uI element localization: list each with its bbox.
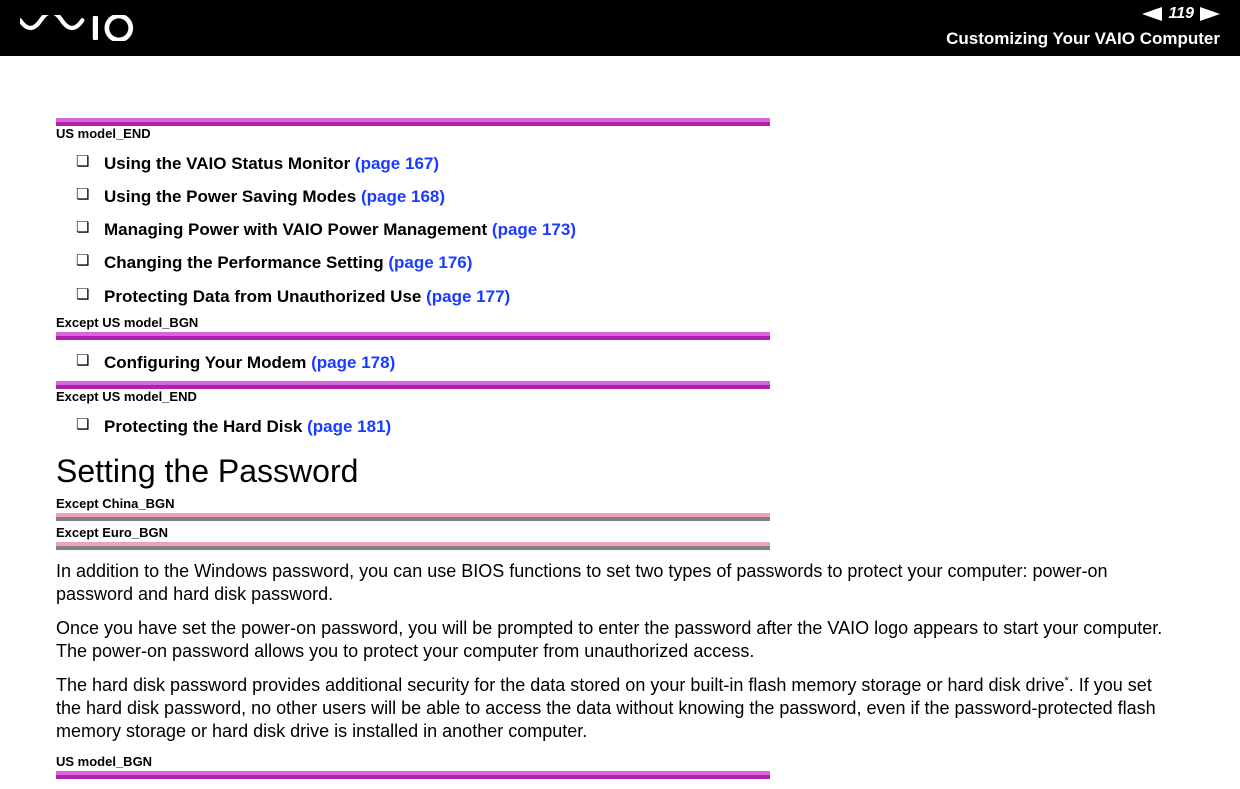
list-item: Using the Power Saving Modes (page 168) xyxy=(76,180,1184,213)
next-page-arrow-icon[interactable] xyxy=(1200,7,1220,21)
list-item: Using the VAIO Status Monitor (page 167) xyxy=(76,147,1184,180)
list-item: Configuring Your Modem (page 178) xyxy=(76,346,1184,379)
page-nav: 119 xyxy=(1142,5,1220,23)
page-link[interactable]: (page 181) xyxy=(307,417,391,436)
body-paragraph: The hard disk password provides addition… xyxy=(56,674,1176,744)
marker-bar xyxy=(56,513,770,521)
link-text: Protecting the Hard Disk xyxy=(104,417,307,436)
page-link[interactable]: (page 176) xyxy=(388,253,472,272)
link-list-3: Protecting the Hard Disk (page 181) xyxy=(56,410,1184,443)
page-link[interactable]: (page 178) xyxy=(311,353,395,372)
list-item: Changing the Performance Setting (page 1… xyxy=(76,246,1184,279)
header-right: 119 Customizing Your VAIO Computer xyxy=(946,7,1220,49)
list-item: Protecting the Hard Disk (page 181) xyxy=(76,410,1184,443)
link-list-1: Using the VAIO Status Monitor (page 167)… xyxy=(56,147,1184,313)
page-link[interactable]: (page 173) xyxy=(492,220,576,239)
breadcrumb: Customizing Your VAIO Computer xyxy=(946,29,1220,49)
marker-label: US model_BGN xyxy=(56,754,1184,769)
link-list-2: Configuring Your Modem (page 178) xyxy=(56,346,1184,379)
link-text: Using the Power Saving Modes xyxy=(104,187,361,206)
marker-label: US model_END xyxy=(56,126,1184,141)
section-heading: Setting the Password xyxy=(56,453,1184,490)
link-text: Managing Power with VAIO Power Managemen… xyxy=(104,220,492,239)
marker-label: Except US model_END xyxy=(56,389,1184,404)
link-text: Using the VAIO Status Monitor xyxy=(104,154,355,173)
marker-label: Except US model_BGN xyxy=(56,315,1184,330)
marker-bar xyxy=(56,118,770,126)
prev-page-arrow-icon[interactable] xyxy=(1142,7,1162,21)
vaio-logo xyxy=(20,15,134,41)
link-text: Changing the Performance Setting xyxy=(104,253,388,272)
list-item: Protecting Data from Unauthorized Use (p… xyxy=(76,280,1184,313)
list-item: Managing Power with VAIO Power Managemen… xyxy=(76,213,1184,246)
marker-bar xyxy=(56,381,770,389)
marker-label: Except China_BGN xyxy=(56,496,1184,511)
marker-label: Except Euro_BGN xyxy=(56,525,1184,540)
marker-bar xyxy=(56,332,770,340)
body-paragraph: In addition to the Windows password, you… xyxy=(56,560,1176,607)
marker-bar xyxy=(56,771,770,779)
header-bar: 119 Customizing Your VAIO Computer xyxy=(0,0,1240,56)
para3-a: The hard disk password provides addition… xyxy=(56,675,1065,695)
marker-bar xyxy=(56,542,770,550)
page-link[interactable]: (page 168) xyxy=(361,187,445,206)
page-link[interactable]: (page 167) xyxy=(355,154,439,173)
page-link[interactable]: (page 177) xyxy=(426,287,510,306)
body-paragraph: Once you have set the power-on password,… xyxy=(56,617,1176,664)
link-text: Protecting Data from Unauthorized Use xyxy=(104,287,426,306)
link-text: Configuring Your Modem xyxy=(104,353,311,372)
page-number: 119 xyxy=(1168,5,1194,23)
page-content: US model_END Using the VAIO Status Monit… xyxy=(0,56,1240,779)
